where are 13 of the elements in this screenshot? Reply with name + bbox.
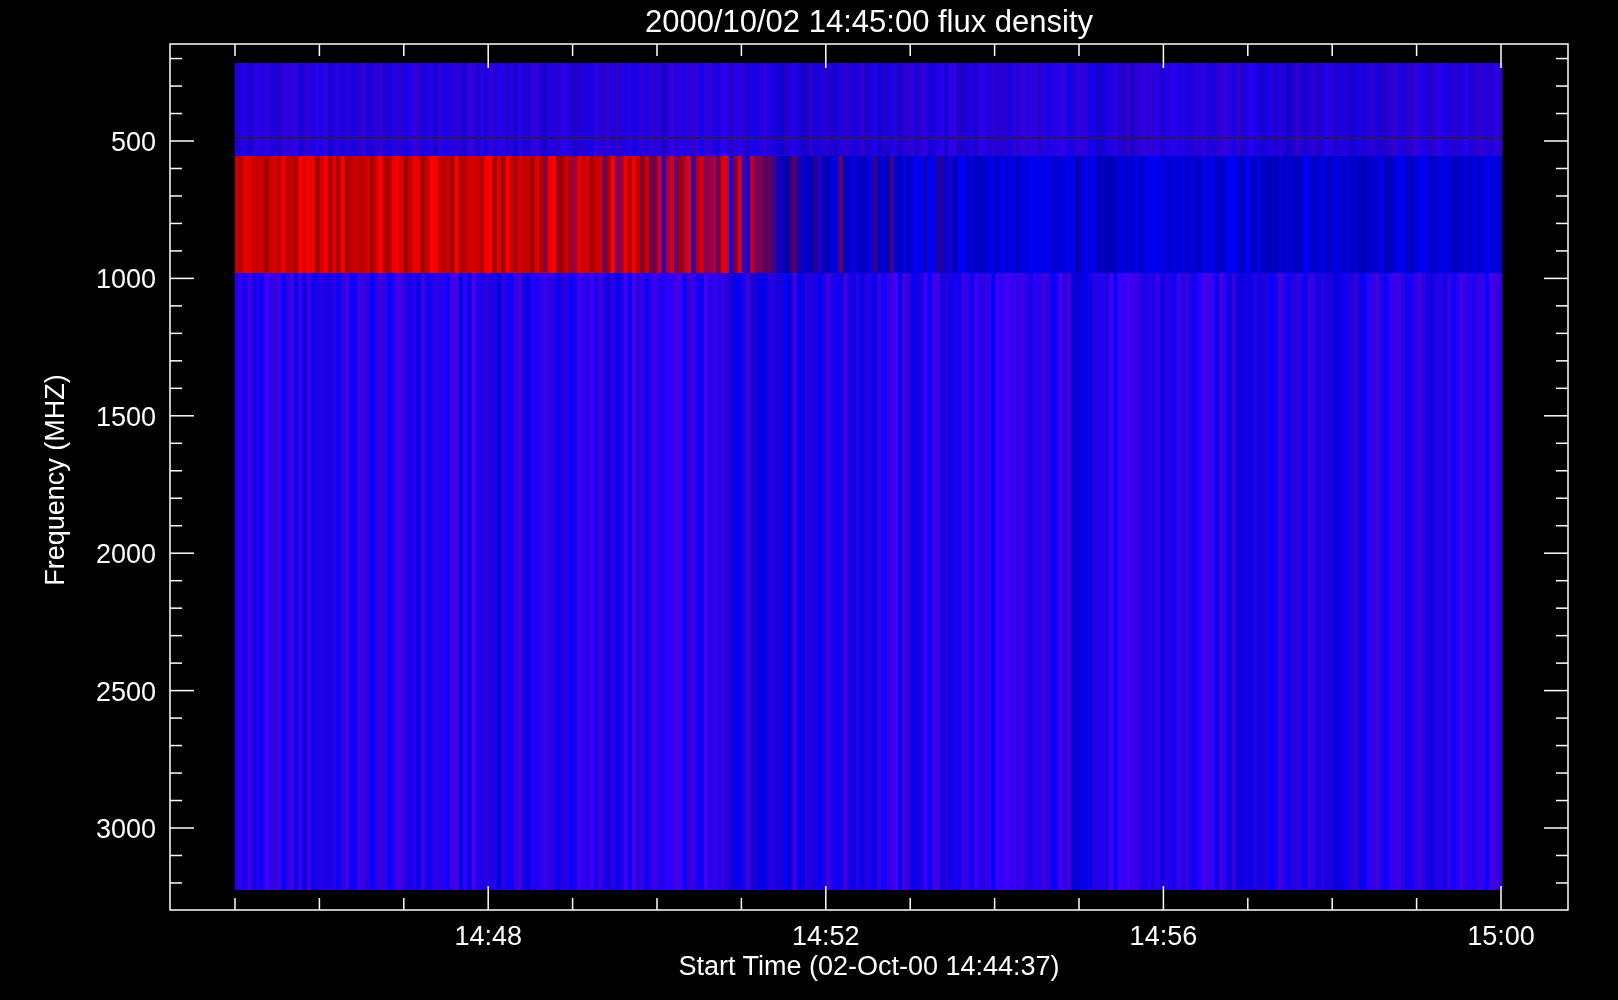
y-axis-title: Frequency (MHZ) — [40, 374, 70, 586]
y-tick-label: 2500 — [95, 676, 156, 707]
x-tick-label: 14:56 — [1129, 921, 1198, 951]
x-tick-label: 14:48 — [454, 921, 522, 951]
y-tick-label: 500 — [110, 127, 156, 157]
y-tick-label: 2000 — [95, 539, 156, 570]
y-tick-label: 1000 — [95, 264, 156, 295]
plot-title: 2000/10/02 14:45:00 flux density — [644, 4, 1094, 39]
x-axis-title: Start Time (02-Oct-00 14:44:37) — [678, 951, 1060, 981]
x-tick-label: 15:00 — [1467, 921, 1535, 951]
x-tick-label: 14:52 — [792, 921, 860, 951]
y-tick-label: 1500 — [95, 401, 156, 432]
y-tick-label: 3000 — [95, 814, 156, 844]
